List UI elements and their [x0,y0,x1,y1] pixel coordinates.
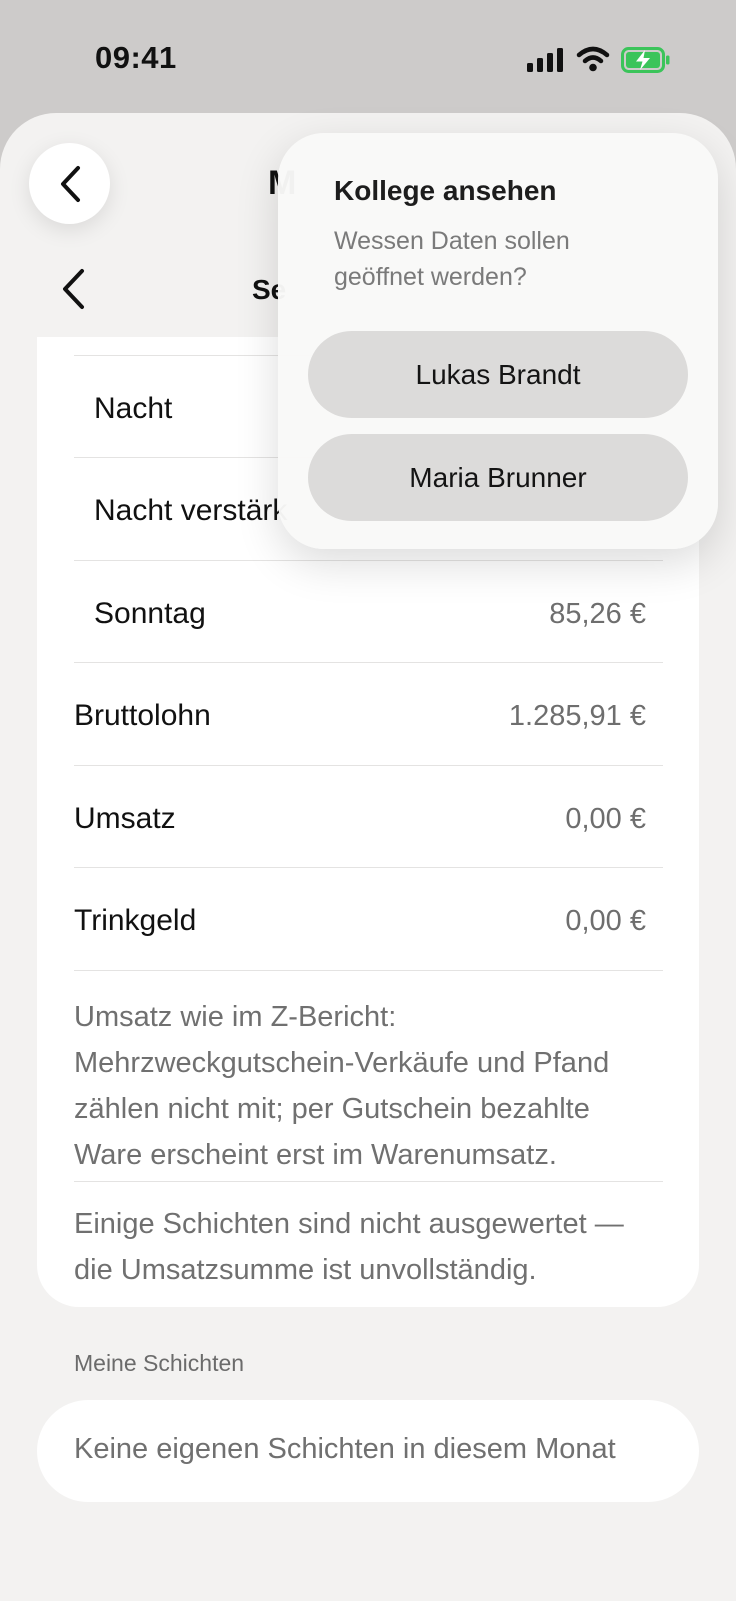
colleague-option-maria-brunner[interactable]: Maria Brunner [308,434,688,521]
screen: 09:41 M Se Nacht Nacht [0,0,736,1601]
divider [74,970,663,971]
popover-subtitle: Wessen Daten sollen geöffnet werden? [334,227,570,291]
chevron-left-icon [60,165,80,202]
battery-charging-icon [621,47,670,73]
colleague-popover: Kollege ansehen Wessen Daten sollen geöf… [278,133,718,549]
row-value-trinkgeld: 0,00 € [565,905,646,937]
row-label-nacht: Nacht [94,392,173,425]
row-label-nacht-verstaerkt: Nacht verstärk [94,494,288,527]
divider [74,662,663,663]
divider [74,560,663,561]
wifi-icon [576,46,610,72]
row-value-sonntag: 85,26 € [549,598,646,630]
incomplete-warning: Einige Schichten sind nicht ausgewertet … [74,1208,624,1286]
back-button[interactable] [29,143,110,224]
colleague-option-lukas-brandt[interactable]: Lukas Brandt [308,331,688,418]
row-label-bruttolohn: Bruttolohn [74,699,211,732]
z-report-note: Umsatz wie im Z-Bericht: Mehrzweckgutsch… [74,1001,610,1171]
row-value-umsatz: 0,00 € [565,803,646,835]
status-time: 09:41 [95,40,177,75]
row-label-sonntag: Sonntag [94,597,206,630]
cellular-signal-icon [527,48,563,72]
secondary-back-icon[interactable] [58,267,88,311]
divider [74,867,663,868]
row-label-trinkgeld: Trinkgeld [74,904,197,937]
row-value-bruttolohn: 1.285,91 € [508,700,646,732]
row-label-umsatz: Umsatz [74,802,176,835]
divider [74,765,663,766]
status-bar: 09:41 [0,0,736,120]
popover-title: Kollege ansehen [334,175,557,206]
shifts-empty-text: Keine eigenen Schichten in diesem Monat [74,1433,616,1465]
divider [74,1181,663,1182]
shifts-section-title: Meine Schichten [74,1350,245,1376]
